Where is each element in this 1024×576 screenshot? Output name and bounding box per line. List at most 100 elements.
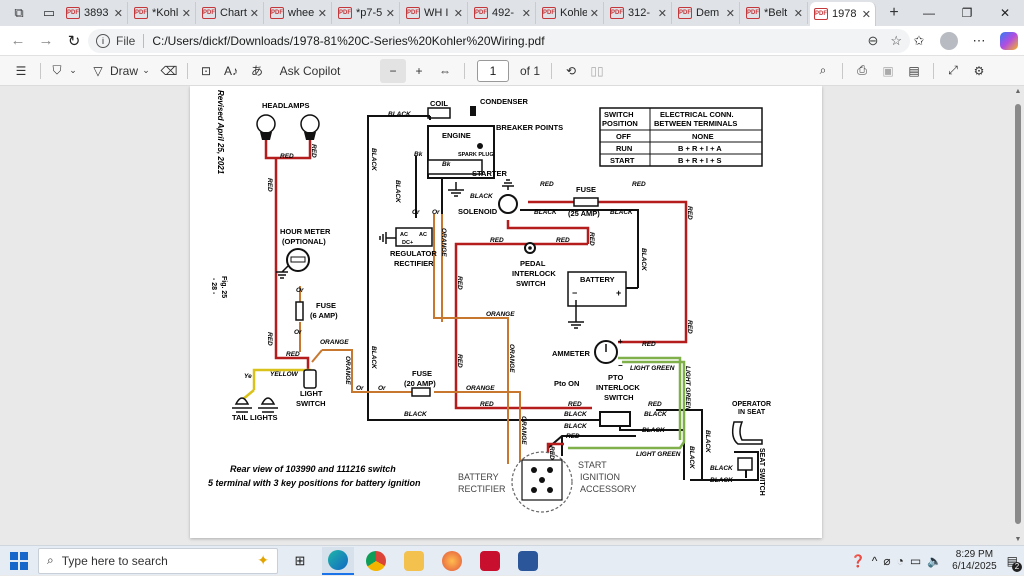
close-icon[interactable]: ✕ [862, 8, 871, 21]
favorites-icon[interactable]: ✩ [908, 30, 930, 52]
restore-icon[interactable]: ❐ [948, 0, 986, 26]
notifications-icon[interactable]: ▤ 2 [1007, 554, 1022, 572]
close-icon[interactable]: ✕ [318, 7, 327, 20]
taskbar-search[interactable]: ⌕ Type here to search ✦ [38, 547, 278, 574]
tab-1[interactable]: PDF 3893 ✕ [62, 2, 128, 24]
contents-icon[interactable]: ☰ [8, 59, 34, 83]
rotate-icon[interactable]: ⟲ [558, 59, 584, 83]
tab-actions-icon[interactable]: ▭ [38, 2, 60, 24]
word-app-icon[interactable] [512, 547, 544, 575]
text-box-icon[interactable]: ⊡ [194, 59, 218, 83]
tab-2[interactable]: PDF *Kohl ✕ [130, 2, 196, 24]
close-icon[interactable]: ✕ [386, 7, 395, 20]
save-icon[interactable]: ▣ [875, 59, 901, 83]
tab-6[interactable]: PDF WH I ✕ [402, 2, 468, 24]
save-as-icon[interactable]: ▤ [901, 59, 927, 83]
mcafee-app-icon[interactable] [474, 547, 506, 575]
tab-9[interactable]: PDF 312- ✕ [606, 2, 672, 24]
page-view-icon[interactable]: ▯▯ [584, 59, 610, 83]
solenoid-symbol [498, 194, 518, 214]
pdf-icon: PDF [746, 7, 760, 19]
pdf-viewer[interactable]: Revised April 25, 2021 Fig. 25 - 28 - HE… [0, 86, 1024, 545]
page-number-input[interactable]: 1 [477, 59, 509, 82]
zoom-out-icon[interactable]: − [380, 58, 406, 83]
windows-start-icon[interactable] [8, 550, 30, 572]
read-aloud-icon[interactable]: A♪ [218, 59, 244, 83]
settings-gear-icon[interactable]: ⚙ [966, 59, 992, 83]
url-field[interactable]: i File C:/Users/dickf/Downloads/1978-81%… [88, 29, 910, 53]
scrollbar-thumb[interactable] [1015, 104, 1021, 524]
zoom-in-icon[interactable]: + [406, 59, 432, 83]
scroll-up-icon[interactable]: ▲ [1014, 88, 1022, 95]
page-num-label: - 28 - [210, 278, 217, 295]
favorite-star-icon[interactable]: ☆ [890, 33, 902, 49]
chevron-down-icon[interactable]: ⌄ [67, 59, 79, 83]
tab-3[interactable]: PDF Chart ✕ [198, 2, 264, 24]
firefox-app-icon[interactable] [436, 547, 468, 575]
volume-icon[interactable]: 🔈 [927, 554, 942, 568]
ask-copilot-button[interactable]: Ask Copilot [270, 59, 350, 83]
close-icon[interactable]: ✕ [794, 7, 803, 20]
highlight-icon[interactable]: ⛉ [47, 59, 67, 83]
profile-avatar[interactable] [940, 32, 958, 50]
table-cell-pos: START [610, 156, 635, 165]
forward-icon[interactable]: → [32, 27, 60, 55]
vertical-scrollbar[interactable]: ▲ ▼ [1014, 88, 1022, 543]
draw-button[interactable]: Draw [109, 59, 139, 83]
draw-icon[interactable]: ▽ [87, 59, 109, 83]
file-explorer-icon[interactable] [398, 547, 430, 575]
fit-page-icon[interactable]: ⇔ [432, 59, 458, 83]
minimize-icon[interactable]: — [910, 0, 948, 26]
close-icon[interactable]: ✕ [726, 7, 735, 20]
wifi-icon[interactable]: ◔ [897, 554, 904, 568]
workspaces-icon[interactable]: ⧉ [8, 2, 30, 24]
chrome-app-icon[interactable] [360, 547, 392, 575]
new-tab-icon[interactable]: + [882, 2, 906, 24]
divider [187, 62, 188, 79]
help-icon[interactable]: ❓ [851, 554, 866, 568]
close-window-icon[interactable]: ✕ [986, 0, 1024, 26]
zoom-icon[interactable]: ⊖ [867, 33, 878, 49]
network-off-icon[interactable]: ⌀ [883, 554, 890, 568]
engine-label: ENGINE [442, 131, 471, 140]
close-icon[interactable]: ✕ [522, 7, 531, 20]
scroll-down-icon[interactable]: ▼ [1014, 536, 1022, 543]
operator-label-1: OPERATOR [732, 401, 771, 408]
fuse-20-amp-label: (20 AMP) [404, 379, 436, 388]
info-icon[interactable]: i [96, 34, 110, 48]
eraser-icon[interactable]: ⌫ [157, 59, 181, 83]
table-cell-pos: OFF [616, 132, 631, 141]
tab-11[interactable]: PDF *Belt ✕ [742, 2, 808, 24]
back-icon[interactable]: ← [4, 27, 32, 55]
battery-icon[interactable]: ▭ [910, 554, 921, 568]
wire-label-black: BLACK [370, 346, 377, 370]
task-view-icon[interactable]: ⊞ [284, 547, 316, 575]
reload-icon[interactable]: ↻ [60, 27, 88, 55]
fullscreen-icon[interactable]: ⤢ [940, 59, 966, 83]
find-icon[interactable]: ⌕ [810, 59, 836, 83]
more-icon[interactable]: ⋯ [968, 30, 990, 52]
tab-12-active[interactable]: PDF 1978 ✕ [810, 2, 876, 26]
copilot-icon[interactable] [1000, 32, 1018, 50]
tab-4[interactable]: PDF whee ✕ [266, 2, 332, 24]
tab-7[interactable]: PDF 492- ✕ [470, 2, 536, 24]
page-total: of 1 [519, 63, 540, 78]
clock[interactable]: 8:29 PM 6/14/2025 [952, 549, 997, 573]
close-icon[interactable]: ✕ [182, 7, 191, 20]
close-icon[interactable]: ✕ [114, 7, 123, 20]
sparkle-icon[interactable]: ✦ [257, 552, 269, 569]
edge-app-icon[interactable] [322, 546, 354, 575]
close-icon[interactable]: ✕ [590, 7, 599, 20]
close-icon[interactable]: ✕ [454, 7, 463, 20]
condenser-symbol [470, 106, 476, 116]
translate-icon[interactable]: あ [244, 59, 270, 83]
close-icon[interactable]: ✕ [250, 7, 259, 20]
tab-5[interactable]: PDF *p7-5 ✕ [334, 2, 400, 24]
tab-8[interactable]: PDF Kohle ✕ [538, 2, 604, 24]
close-icon[interactable]: ✕ [658, 7, 667, 20]
chevron-up-icon[interactable]: ^ [872, 554, 878, 568]
print-icon[interactable]: ⎙ [849, 59, 875, 83]
chevron-down-icon[interactable]: ⌄ [139, 59, 153, 83]
wire-label-bk: Bk [442, 161, 451, 168]
tab-10[interactable]: PDF Dem ✕ [674, 2, 740, 24]
